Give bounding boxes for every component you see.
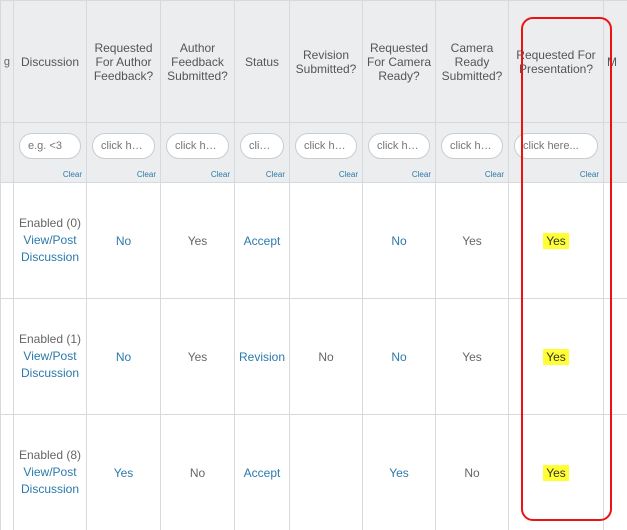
value-status[interactable]: Accept	[244, 234, 281, 248]
discussion-enabled-label: Enabled (0)	[19, 216, 81, 230]
cell-status: Accept	[235, 415, 290, 530]
value-author-feedback-submitted: Yes	[188, 350, 208, 364]
filter-row: Clear Clear Clear Clear Clear Clear	[1, 123, 627, 183]
filter-input-req-camera-ready[interactable]	[368, 133, 430, 159]
value-req-presentation[interactable]: Yes	[543, 233, 569, 249]
cell-req-presentation: Yes	[509, 183, 604, 299]
cell-req-author-feedback: No	[87, 299, 161, 415]
filter-author-feedback-submitted: Clear	[161, 123, 235, 183]
clear-link[interactable]: Clear	[137, 170, 156, 179]
cell-discussion: Enabled (8) View/Post Discussion	[14, 415, 87, 530]
filter-input-status[interactable]	[240, 133, 284, 159]
filter-status: Clear	[235, 123, 290, 183]
value-req-author-feedback[interactable]: No	[116, 234, 131, 248]
value-req-author-feedback[interactable]: No	[116, 350, 131, 364]
value-status[interactable]: Revision	[239, 350, 285, 364]
cell-revision-submitted	[290, 183, 363, 299]
cell-req-author-feedback: Yes	[87, 415, 161, 530]
filter-revision-submitted: Clear	[290, 123, 363, 183]
value-req-camera-ready[interactable]: Yes	[389, 466, 409, 480]
header-row: g Discussion Requested For Author Feedba…	[1, 1, 627, 123]
clear-link[interactable]: Clear	[266, 170, 285, 179]
col-header-req-presentation[interactable]: Requested For Presentation?	[509, 1, 604, 123]
filter-input-req-presentation[interactable]	[514, 133, 598, 159]
filter-input-revision-submitted[interactable]	[295, 133, 357, 159]
clear-link[interactable]: Clear	[63, 170, 82, 179]
filter-trailing	[604, 123, 627, 183]
submissions-table: g Discussion Requested For Author Feedba…	[0, 0, 627, 530]
col-header-discussion[interactable]: Discussion	[14, 1, 87, 123]
cell-req-presentation: Yes	[509, 415, 604, 530]
value-req-presentation[interactable]: Yes	[543, 349, 569, 365]
cell-req-presentation: Yes	[509, 299, 604, 415]
value-req-presentation[interactable]: Yes	[543, 465, 569, 481]
cell-revision-submitted: No	[290, 299, 363, 415]
cell-req-camera-ready: No	[363, 183, 436, 299]
filter-req-presentation: Clear	[509, 123, 604, 183]
value-req-camera-ready[interactable]: No	[391, 350, 406, 364]
cell-revision-submitted	[290, 415, 363, 530]
cell-trailing	[604, 183, 627, 299]
filter-leading	[1, 123, 14, 183]
col-header-req-author-feedback[interactable]: Requested For Author Feedback?	[87, 1, 161, 123]
cell-author-feedback-submitted: No	[161, 415, 235, 530]
table-row: Enabled (1) View/Post Discussion No Yes …	[1, 299, 627, 415]
filter-camera-ready-submitted: Clear	[436, 123, 509, 183]
view-post-discussion-link[interactable]: View/Post Discussion	[21, 465, 79, 496]
value-camera-ready-submitted: Yes	[462, 350, 482, 364]
filter-discussion: Clear	[14, 123, 87, 183]
cell-status: Accept	[235, 183, 290, 299]
col-header-camera-ready-submitted[interactable]: Camera Ready Submitted?	[436, 1, 509, 123]
col-header-revision-submitted[interactable]: Revision Submitted?	[290, 1, 363, 123]
cell-discussion: Enabled (0) View/Post Discussion	[14, 183, 87, 299]
clear-link[interactable]: Clear	[580, 170, 599, 179]
col-header-status[interactable]: Status	[235, 1, 290, 123]
cell-req-author-feedback: No	[87, 183, 161, 299]
filter-req-author-feedback: Clear	[87, 123, 161, 183]
table-row: Enabled (8) View/Post Discussion Yes No …	[1, 415, 627, 530]
value-status[interactable]: Accept	[244, 466, 281, 480]
discussion-enabled-label: Enabled (1)	[19, 332, 81, 346]
filter-input-camera-ready-submitted[interactable]	[441, 133, 503, 159]
value-author-feedback-submitted: Yes	[188, 234, 208, 248]
col-header-author-feedback-submitted[interactable]: Author Feedback Submitted?	[161, 1, 235, 123]
cell-camera-ready-submitted: No	[436, 415, 509, 530]
value-req-author-feedback[interactable]: Yes	[114, 466, 134, 480]
filter-req-camera-ready: Clear	[363, 123, 436, 183]
cell-req-camera-ready: No	[363, 299, 436, 415]
cell-status: Revision	[235, 299, 290, 415]
col-header-leading[interactable]: g	[1, 1, 14, 123]
filter-input-author-feedback-submitted[interactable]	[166, 133, 229, 159]
cell-author-feedback-submitted: Yes	[161, 299, 235, 415]
cell-discussion: Enabled (1) View/Post Discussion	[14, 299, 87, 415]
cell-author-feedback-submitted: Yes	[161, 183, 235, 299]
col-header-req-camera-ready[interactable]: Requested For Camera Ready?	[363, 1, 436, 123]
discussion-enabled-label: Enabled (8)	[19, 448, 81, 462]
value-author-feedback-submitted: No	[190, 466, 205, 480]
cell-leading	[1, 415, 14, 530]
value-revision-submitted: No	[318, 350, 333, 364]
value-camera-ready-submitted: No	[464, 466, 479, 480]
clear-link[interactable]: Clear	[412, 170, 431, 179]
cell-camera-ready-submitted: Yes	[436, 299, 509, 415]
cell-leading	[1, 299, 14, 415]
cell-req-camera-ready: Yes	[363, 415, 436, 530]
table-row: Enabled (0) View/Post Discussion No Yes …	[1, 183, 627, 299]
clear-link[interactable]: Clear	[211, 170, 230, 179]
filter-input-discussion[interactable]	[19, 133, 81, 159]
view-post-discussion-link[interactable]: View/Post Discussion	[21, 233, 79, 264]
cell-trailing	[604, 299, 627, 415]
value-camera-ready-submitted: Yes	[462, 234, 482, 248]
view-post-discussion-link[interactable]: View/Post Discussion	[21, 349, 79, 380]
clear-link[interactable]: Clear	[339, 170, 358, 179]
clear-link[interactable]: Clear	[485, 170, 504, 179]
cell-trailing	[604, 415, 627, 530]
col-header-trailing[interactable]: M	[604, 1, 627, 123]
filter-input-req-author-feedback[interactable]	[92, 133, 155, 159]
cell-leading	[1, 183, 14, 299]
cell-camera-ready-submitted: Yes	[436, 183, 509, 299]
value-req-camera-ready[interactable]: No	[391, 234, 406, 248]
